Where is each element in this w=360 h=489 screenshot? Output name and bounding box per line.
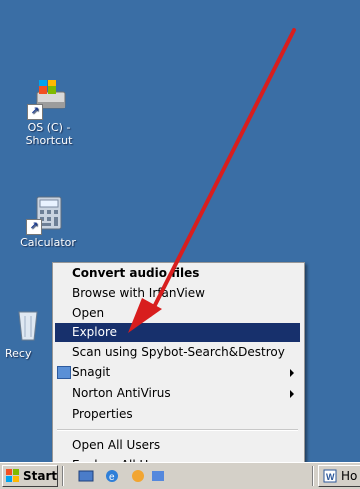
show-desktop-icon[interactable] bbox=[78, 468, 94, 484]
arrow-shaft bbox=[148, 28, 296, 317]
windows-flag-icon bbox=[6, 469, 19, 482]
media-player-icon[interactable] bbox=[130, 468, 146, 484]
taskbar-divider bbox=[62, 466, 64, 486]
svg-text:W: W bbox=[326, 472, 335, 482]
start-label: Start bbox=[23, 469, 58, 483]
taskbar-divider bbox=[312, 466, 314, 486]
taskbar-window-label: Ho bbox=[341, 469, 358, 483]
taskbar-window-button[interactable]: W Ho bbox=[318, 465, 360, 487]
word-document-icon: W bbox=[323, 469, 337, 483]
internet-explorer-icon[interactable]: e bbox=[104, 468, 120, 484]
taskbar: Start e W Ho bbox=[0, 462, 360, 489]
svg-text:e: e bbox=[109, 472, 115, 483]
start-button[interactable]: Start bbox=[2, 465, 58, 487]
annotation-arrow bbox=[128, 28, 296, 333]
outlook-icon[interactable] bbox=[150, 468, 166, 484]
